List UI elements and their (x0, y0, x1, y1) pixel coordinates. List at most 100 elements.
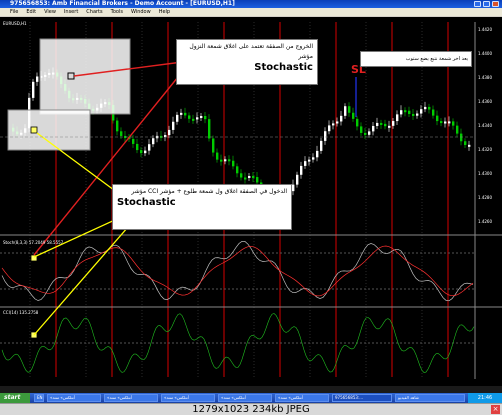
window-title: 975656853: Amb Financial Brokers - Demo … (10, 0, 235, 7)
taskbar-item[interactable]: «أنتلكس» منتد (47, 394, 101, 402)
candle-body (328, 125, 331, 132)
candle-body (248, 175, 251, 178)
candle-body (388, 125, 391, 128)
candle-body (356, 118, 359, 127)
menu-tools[interactable]: Tools (111, 8, 123, 16)
exit-note-arabic: الخروج من الصفقة تعتمد على اغلاق شمعة ال… (189, 43, 313, 60)
candle-body (136, 143, 139, 151)
maximize-button[interactable] (483, 1, 490, 7)
candle-body (368, 131, 371, 135)
candle-body (416, 113, 419, 116)
candle-body (452, 121, 455, 126)
candle-body (300, 165, 303, 175)
candle-body (172, 121, 175, 130)
sl-note-arabic: يعد اخر شمعة نتبع يضع ستوب (405, 56, 468, 62)
candle-body (200, 115, 203, 118)
exit-note: الخروج من الصفقة تعتمد على اغلاق شمعة ال… (176, 39, 318, 85)
menu-window[interactable]: Window (131, 8, 151, 16)
candle-body (132, 138, 135, 144)
language-indicator[interactable]: EN (34, 394, 44, 402)
price-tick: 1.4420 (478, 27, 492, 32)
candle-body (196, 117, 199, 120)
candle-body (204, 115, 207, 120)
window-titlebar: 975656853: Amb Financial Brokers - Demo … (0, 0, 502, 8)
taskbar-item[interactable]: شاهد الفيديو (395, 394, 465, 402)
candle-body (296, 174, 299, 185)
candle-body (236, 166, 239, 174)
start-button[interactable]: start (0, 393, 30, 403)
candle-body (32, 81, 35, 98)
close-icon[interactable]: × (491, 405, 500, 414)
candle-body (348, 106, 351, 113)
menu-view[interactable]: View (44, 8, 56, 16)
image-info: 1279x1023 234kb JPEG (192, 404, 310, 415)
candle-body (180, 112, 183, 115)
candle-body (404, 110, 407, 113)
cci-pane (0, 313, 475, 373)
candle-body (240, 173, 243, 178)
candle-body (256, 177, 259, 183)
candle-body (304, 161, 307, 166)
candle-body (384, 123, 387, 127)
candle-body (332, 123, 335, 126)
taskbar-item[interactable]: «أنتلكس» منتد (161, 394, 215, 402)
candle-body (228, 159, 231, 162)
menu-edit[interactable]: Edit (26, 8, 36, 16)
candle-body (224, 159, 227, 162)
candle-body (140, 150, 143, 154)
candle-body (176, 114, 179, 122)
entry-note-english: Stochastic (117, 197, 176, 208)
minimize-button[interactable] (474, 1, 481, 7)
close-button[interactable] (492, 1, 499, 7)
candle-body (364, 132, 367, 135)
system-tray-clock: 21:46 (468, 393, 502, 403)
candle-body (432, 109, 435, 116)
taskbar-item-active[interactable]: 975656853:... (332, 394, 392, 402)
candle-body (372, 125, 375, 132)
taskbar-item[interactable]: «أنتلكس» منتد (104, 394, 158, 402)
price-tick: 1.4380 (478, 75, 492, 80)
candle-body (468, 144, 471, 147)
price-chart[interactable]: 1.4420 1.4400 1.4380 1.4360 1.4340 1.4320 1.43… (0, 17, 502, 379)
candle-body (360, 126, 363, 133)
symbol-label: EURUSD,H1 (3, 21, 27, 26)
candle-body (184, 112, 187, 116)
candle-body (336, 121, 339, 124)
price-tick: 1.4260 (478, 219, 492, 224)
exit-note-english: Stochastic (254, 62, 313, 73)
candle-body (192, 118, 195, 121)
cci-label: CCI(14) 135.2758 (3, 310, 39, 315)
candle-body (444, 121, 447, 124)
taskbar-item[interactable]: «أنتلكس» منتد (218, 394, 272, 402)
candle-body (316, 150, 319, 158)
candle-body (344, 106, 347, 116)
price-axis: 1.4420 1.4400 1.4380 1.4360 1.4340 1.4320 1.43… (478, 27, 492, 224)
candle-body (116, 120, 119, 132)
candle-body (352, 112, 355, 119)
candle-body (396, 114, 399, 122)
candle-body (428, 106, 431, 110)
menu-help[interactable]: Help (159, 8, 170, 16)
candle-body (460, 133, 463, 142)
taskbar-item[interactable]: «أنتلكس» منتد (275, 394, 329, 402)
candle-body (216, 152, 219, 160)
price-tick: 1.4340 (478, 123, 492, 128)
entry-highlight-box (7, 109, 91, 151)
entry-note-arabic: الدخول في الصفقة اغلاق ول شمعة طلوع + مؤ… (131, 188, 287, 195)
price-tick: 1.4320 (478, 147, 492, 152)
candle-body (220, 159, 223, 162)
candle-body (252, 175, 255, 178)
candle-body (408, 110, 411, 114)
candle-body (436, 115, 439, 122)
candle-body (324, 131, 327, 141)
entry-candle-marker (30, 126, 38, 134)
windows-taskbar: start EN «أنتلكس» منتد «أنتلكس» منتد «أن… (0, 393, 502, 403)
candle-body (212, 138, 215, 153)
menu-insert[interactable]: Insert (64, 8, 78, 16)
price-tick: 1.4300 (478, 171, 492, 176)
candle-body (448, 121, 451, 124)
menu-file[interactable]: File (10, 8, 18, 16)
menu-charts[interactable]: Charts (86, 8, 102, 16)
candle-body (400, 110, 403, 115)
candle-body (120, 131, 123, 136)
